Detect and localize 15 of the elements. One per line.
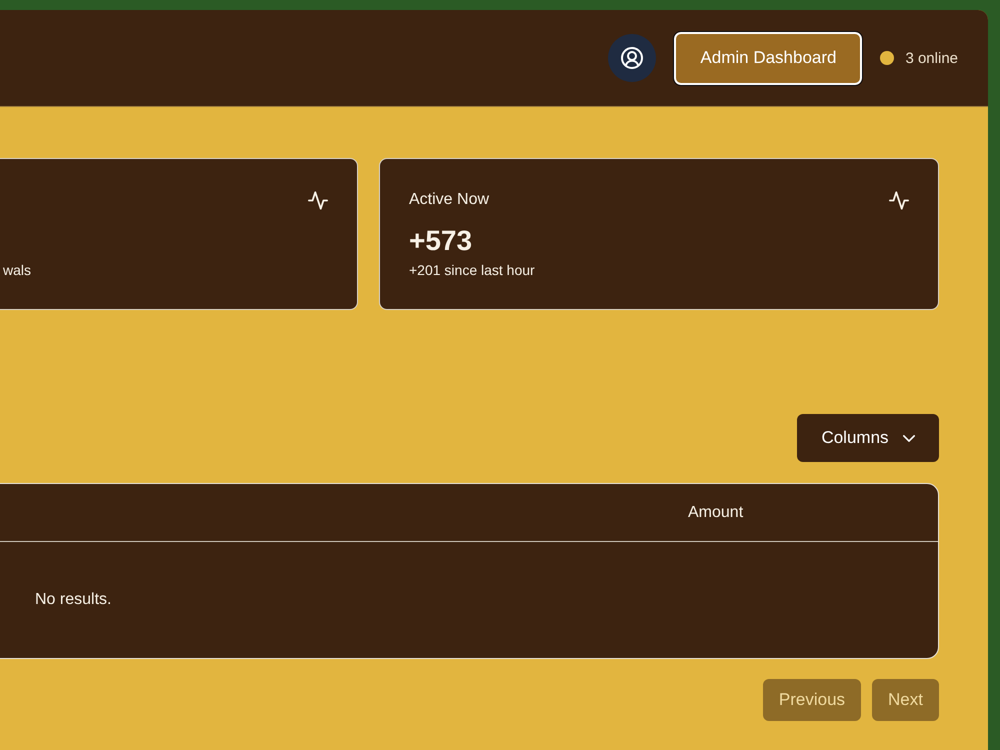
stat-description: +201 since last hour [409, 262, 535, 278]
user-menu-button[interactable] [608, 34, 656, 82]
empty-message: No results. [35, 591, 112, 609]
column-header: Amount [688, 504, 744, 520]
user-icon [621, 47, 644, 69]
status-dot-icon [880, 51, 894, 65]
stat-description: wals [3, 262, 32, 278]
columns-dropdown-button[interactable]: Columns [797, 414, 939, 462]
pulse-icon [889, 190, 909, 210]
card-title: Active Now [409, 191, 490, 209]
admin-dashboard-button[interactable]: Admin Dashboard [673, 30, 864, 86]
pulse-icon [308, 190, 328, 210]
stat-value: +573 [409, 225, 472, 257]
online-count: 3 online [905, 50, 958, 66]
chevron-down-icon [902, 434, 915, 442]
